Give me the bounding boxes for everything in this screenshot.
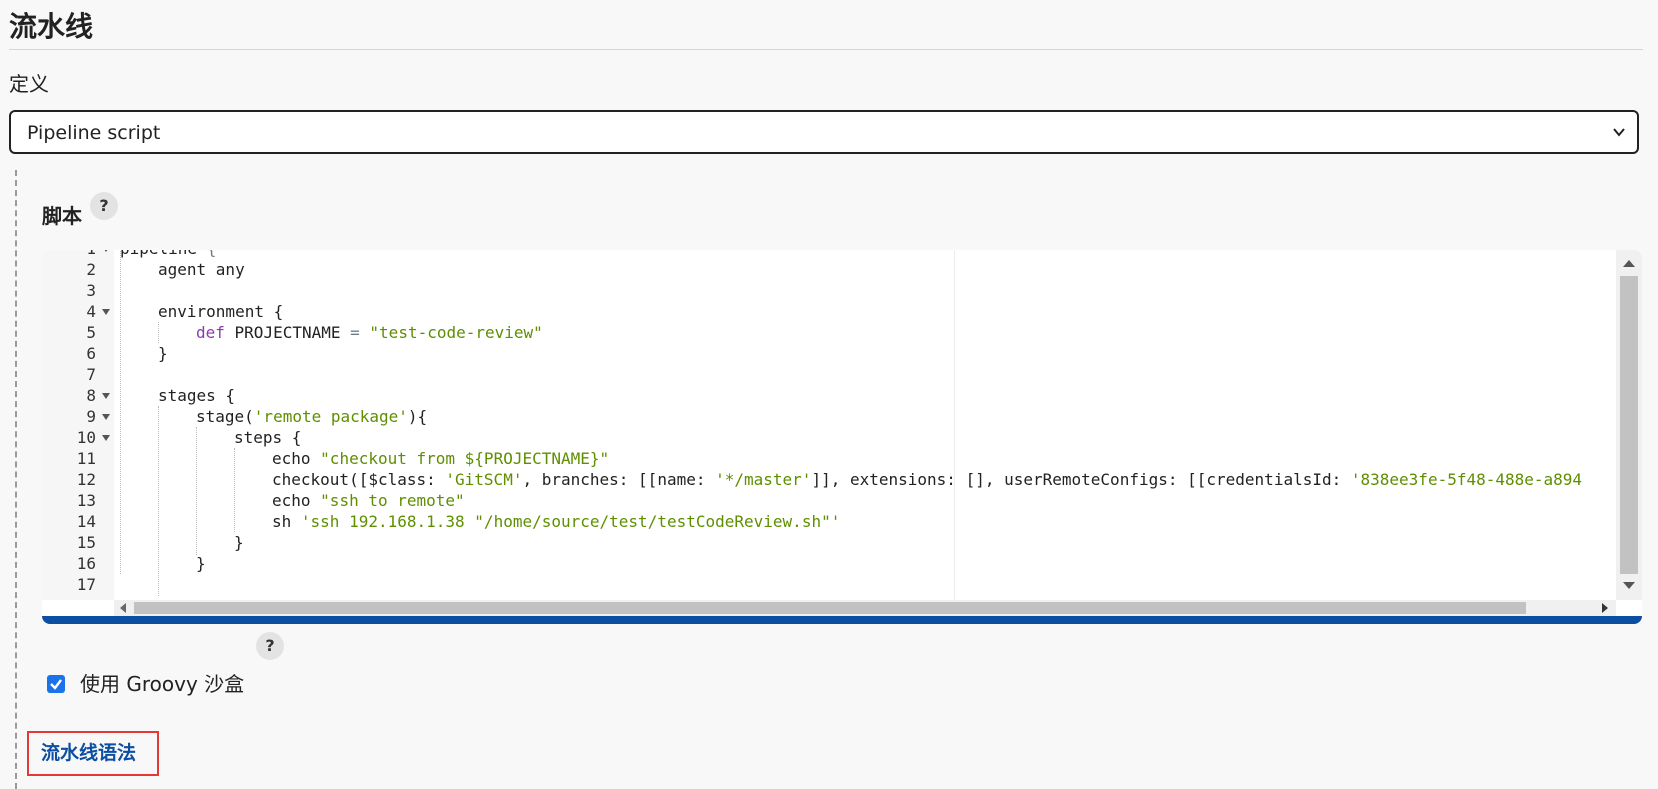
indent-guide: [158, 322, 159, 343]
code-line: }: [234, 533, 244, 552]
gutter-line: 15: [76, 533, 96, 552]
gutter-line: 10: [42, 427, 114, 449]
code-line: }: [196, 554, 206, 573]
gutter-line: 12: [76, 470, 96, 489]
checkmark-icon: [50, 679, 62, 690]
code-line: environment {: [158, 302, 284, 321]
pipeline-syntax-highlight: 流水线语法: [27, 731, 159, 776]
section-title: 流水线: [9, 10, 94, 43]
script-editor[interactable]: 1 2 3 4 5 6 7 8 9 10 11 12 13 14 15 16 1…: [42, 250, 1642, 624]
gutter-line: 7: [86, 365, 96, 384]
code-line: sh 'ssh 192.168.1.38 "/home/source/test/…: [272, 512, 841, 531]
script-label: 脚本: [42, 204, 82, 228]
gutter-line: 14: [76, 512, 96, 531]
fold-arrow-icon[interactable]: [102, 309, 110, 315]
code-line: steps {: [234, 428, 302, 447]
definition-select[interactable]: Pipeline script: [9, 110, 1639, 154]
editor-gutter: 1 2 3 4 5 6 7 8 9 10 11 12 13 14 15 16 1…: [42, 250, 114, 600]
indent-guide: [196, 427, 197, 555]
code-line: echo "ssh to remote": [272, 491, 465, 510]
gutter-line: 2: [86, 260, 96, 279]
gutter-line: 5: [86, 323, 96, 342]
scroll-right-icon[interactable]: [1602, 603, 1608, 613]
definition-label: 定义: [9, 72, 49, 96]
editor-focus-indicator: [42, 616, 1642, 624]
code-line: checkout([$class: 'GitSCM', branches: [[…: [272, 470, 1583, 489]
pipeline-syntax-link[interactable]: 流水线语法: [41, 733, 136, 774]
indent-guide: [234, 448, 235, 532]
pipeline-config-page: 流水线 定义 Pipeline script 脚本 ? 1 2 3 4 5 6 …: [0, 0, 1658, 789]
fold-arrow-icon[interactable]: [102, 435, 110, 441]
editor-code-area[interactable]: pipeline { agent any environment { def P…: [114, 250, 1616, 600]
groovy-sandbox-label: 使用 Groovy 沙盒: [80, 672, 245, 696]
gutter-line: 13: [76, 491, 96, 510]
print-margin: [954, 250, 955, 600]
groovy-sandbox-checkbox[interactable]: [47, 675, 65, 693]
code-line: stages {: [158, 386, 236, 405]
code-line: agent any: [158, 260, 245, 279]
indent-guide: [120, 250, 121, 574]
horizontal-scroll-thumb[interactable]: [134, 602, 1526, 614]
editor-vertical-scrollbar[interactable]: [1616, 250, 1642, 600]
gutter-line: 17: [76, 575, 96, 594]
scroll-up-icon[interactable]: [1623, 260, 1635, 267]
code-line: }: [158, 344, 168, 363]
gutter-line: 3: [86, 281, 96, 300]
gutter-line: 4: [42, 301, 114, 323]
sandbox-help-button[interactable]: ?: [256, 632, 284, 660]
gutter-line: 6: [86, 344, 96, 363]
scroll-left-icon[interactable]: [120, 603, 126, 613]
section-divider: [9, 49, 1643, 50]
scroll-down-icon[interactable]: [1623, 582, 1635, 589]
code-line: echo "checkout from ${PROJECTNAME}": [272, 449, 610, 468]
nested-section-guide: [15, 170, 17, 789]
script-help-button[interactable]: ?: [90, 192, 118, 220]
chevron-down-icon: [1613, 128, 1625, 137]
gutter-line: 9: [42, 406, 114, 428]
fold-arrow-icon[interactable]: [102, 393, 110, 399]
fold-arrow-icon[interactable]: [102, 250, 110, 252]
vertical-scroll-thumb[interactable]: [1620, 276, 1638, 574]
gutter-line: 8: [42, 385, 114, 407]
definition-select-value: Pipeline script: [27, 122, 161, 144]
editor-horizontal-scrollbar[interactable]: [114, 600, 1616, 616]
indent-guide: [158, 406, 159, 596]
code-line: stage('remote package'){: [196, 407, 428, 426]
fold-arrow-icon[interactable]: [102, 414, 110, 420]
code-line: def PROJECTNAME = "test-code-review": [196, 323, 543, 342]
gutter-line: 11: [76, 449, 96, 468]
gutter-line: 16: [76, 554, 96, 573]
